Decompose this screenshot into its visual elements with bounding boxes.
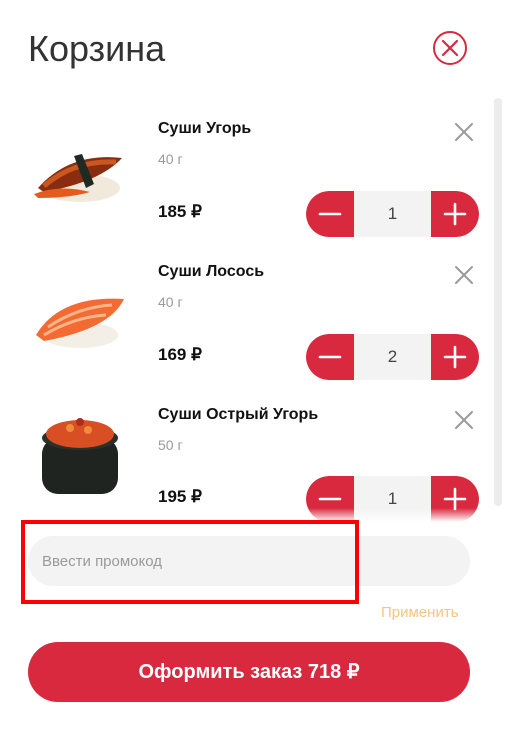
- apply-promo-link[interactable]: Применить: [381, 604, 459, 621]
- remove-item-icon[interactable]: [454, 410, 474, 430]
- eel-sushi-image: [34, 154, 122, 202]
- decrease-button[interactable]: [306, 191, 354, 237]
- item-price: 185 ₽: [158, 202, 202, 221]
- quantity-stepper: 2: [306, 334, 479, 380]
- item-price: 169 ₽: [158, 345, 202, 364]
- cart-item: Суши Угорь 40 г 185 ₽ 1: [0, 104, 494, 244]
- item-name: Суши Лосось: [158, 263, 265, 280]
- list-fade-overlay: [0, 508, 494, 522]
- item-price: 195 ₽: [158, 487, 202, 506]
- decrease-button[interactable]: [306, 334, 354, 380]
- spicy-eel-gunkan-image: [42, 418, 118, 494]
- item-name: Суши Острый Угорь: [158, 406, 319, 423]
- promo-code-input[interactable]: [28, 536, 470, 586]
- item-weight: 40 г: [158, 151, 183, 167]
- minus-icon: [318, 355, 342, 359]
- item-weight: 40 г: [158, 294, 183, 310]
- item-weight: 50 г: [158, 437, 183, 453]
- minus-icon: [318, 212, 342, 216]
- cart-scrollbar[interactable]: [494, 98, 502, 506]
- remove-item-icon[interactable]: [454, 122, 474, 142]
- cart-item: Суши Лосось 40 г 169 ₽ 2: [0, 247, 494, 387]
- checkout-button[interactable]: Оформить заказ 718 ₽: [28, 642, 470, 702]
- increase-button[interactable]: [431, 191, 479, 237]
- plus-icon: [443, 202, 467, 226]
- quantity-value: 1: [387, 204, 398, 223]
- item-name: Суши Угорь: [158, 120, 252, 137]
- quantity-stepper: 1: [306, 191, 479, 237]
- remove-item-icon[interactable]: [454, 265, 474, 285]
- increase-button[interactable]: [431, 334, 479, 380]
- page-title: Корзина: [28, 28, 166, 69]
- plus-icon: [443, 345, 467, 369]
- scrollbar-thumb[interactable]: [494, 98, 502, 506]
- close-button[interactable]: [433, 31, 467, 65]
- quantity-value: 2: [387, 347, 398, 366]
- salmon-sushi-image: [36, 298, 124, 348]
- close-circle-icon: [441, 39, 459, 57]
